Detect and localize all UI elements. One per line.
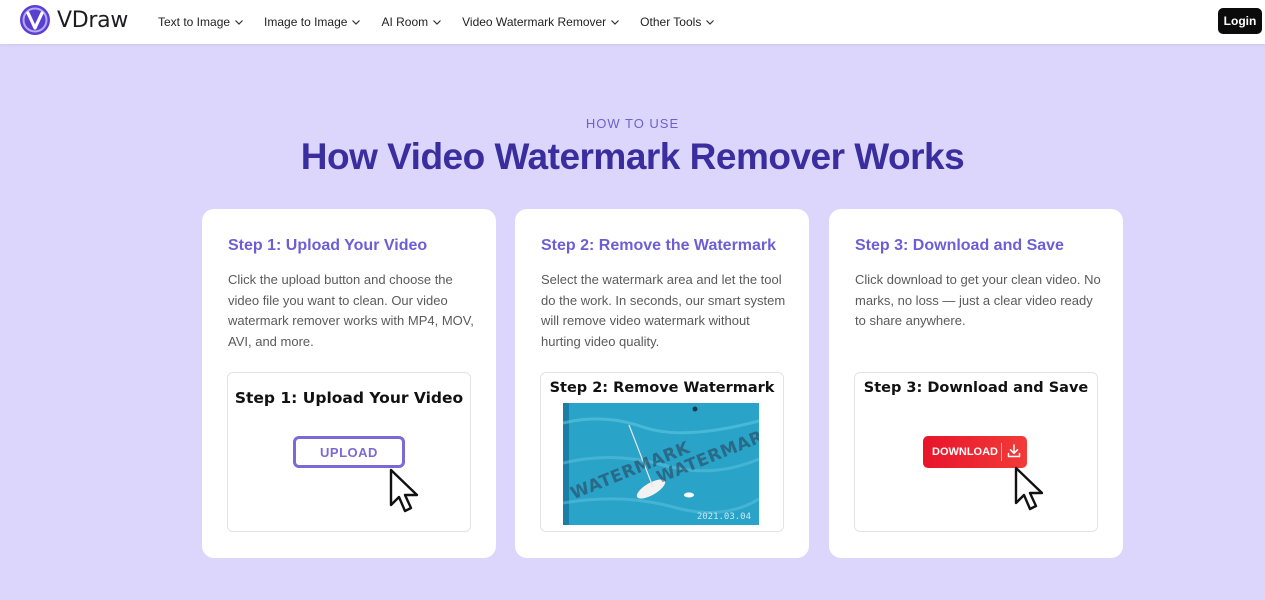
menu-item-label: Image to Image [264,15,348,29]
chevron-down-icon [706,20,715,25]
chevron-down-icon [352,20,361,25]
step-title: Step 2: Remove the Watermark [541,237,777,254]
brand-logo[interactable]: VDraw [19,4,128,36]
step-illustration-download: Step 3: Download and Save DOWNLOAD [854,372,1098,532]
menu-item-ai-room[interactable]: AI Room [381,15,442,29]
menu-item-image-to-image[interactable]: Image to Image [264,15,361,29]
login-button[interactable]: Login [1218,8,1262,34]
step-title: Step 1: Upload Your Video [228,237,428,254]
cursor-arrow-icon [389,468,419,513]
top-nav: VDraw Text to Image Image to Image AI Ro… [0,0,1265,44]
step-card-download: Step 3: Download and Save Click download… [829,209,1123,558]
chevron-down-icon [433,20,442,25]
button-divider [1001,443,1002,461]
download-label: DOWNLOAD [932,446,998,458]
illustration-title: Step 3: Download and Save [863,380,1089,396]
chevron-down-icon [235,20,243,25]
menu-item-label: AI Room [381,15,429,29]
aerial-boat-photo: WATERMARK WATERMARK 2021.03.04 [563,403,759,525]
illustration-title: Step 2: Remove Watermark [549,380,775,396]
vdraw-logo-icon [20,5,50,35]
step-title: Step 3: Download and Save [855,237,1064,254]
chevron-down-icon [611,20,620,25]
date-stamp: 2021.03.04 [696,512,751,522]
illustration-title: Step 1: Upload Your Video [234,389,464,407]
menu-item-video-watermark-remover[interactable]: Video Watermark Remover [462,15,620,29]
menu-item-label: Video Watermark Remover [462,15,607,29]
brand-name: VDraw [57,7,129,33]
download-illustration-button: DOWNLOAD [923,436,1027,468]
menu-item-text-to-image[interactable]: Text to Image [158,15,244,29]
step-description: Select the watermark area and let the to… [541,272,786,349]
step-description: Click the upload button and choose the v… [228,272,474,349]
section-title: How Video Watermark Remover Works [300,136,965,177]
menu-item-other-tools[interactable]: Other Tools [640,15,715,29]
section-eyebrow: HOW TO USE [585,116,680,131]
step-description: Click download to get your clean video. … [855,272,1101,328]
cursor-arrow-icon [1014,466,1044,511]
main-menu: Text to Image Image to Image AI Room Vid… [158,0,735,44]
step-illustration-remove: Step 2: Remove Watermark WATERMARK WATER… [540,372,784,532]
menu-item-label: Other Tools [640,15,702,29]
step-card-upload: Step 1: Upload Your Video Click the uplo… [202,209,496,558]
step-card-remove: Step 2: Remove the Watermark Select the … [515,209,809,558]
step-illustration-upload: Step 1: Upload Your Video UPLOAD [227,372,471,532]
menu-item-label: Text to Image [158,15,231,29]
upload-illustration-button: UPLOAD [293,436,405,468]
download-arrow-icon [1007,444,1021,458]
